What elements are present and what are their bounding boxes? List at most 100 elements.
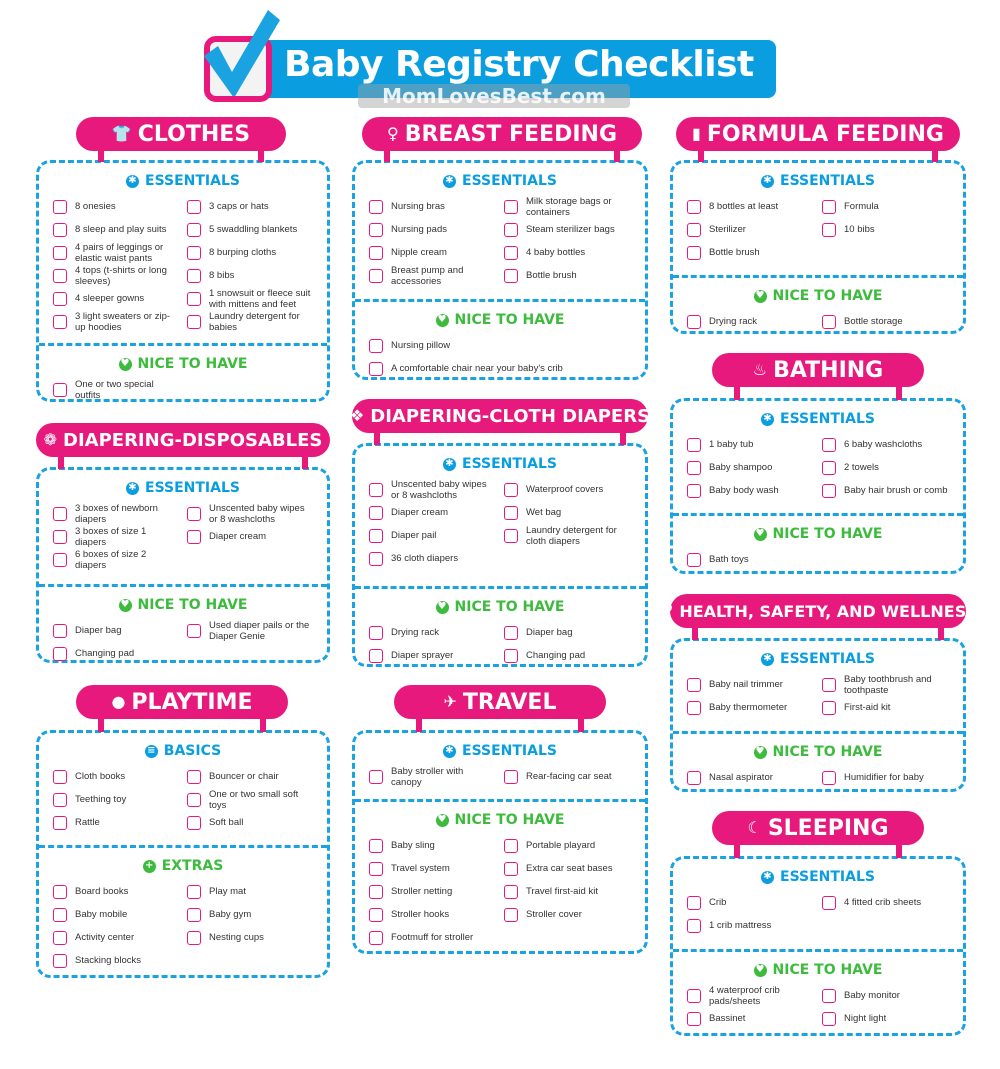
- item-checkbox[interactable]: [687, 199, 701, 214]
- item-checkbox[interactable]: [187, 884, 201, 899]
- item-checkbox[interactable]: [53, 222, 67, 237]
- item-checkbox[interactable]: [687, 700, 701, 715]
- item-checkbox[interactable]: [369, 338, 383, 353]
- checklist-item[interactable]: Baby toothbrush and toothpaste: [822, 673, 949, 696]
- checklist-item[interactable]: Diaper sprayer: [369, 644, 496, 667]
- checklist-item[interactable]: Bottle storage: [822, 310, 949, 333]
- checklist-item[interactable]: 4 baby bottles: [504, 241, 631, 264]
- item-checkbox[interactable]: [822, 483, 836, 498]
- checklist-item[interactable]: Activity center: [53, 926, 179, 949]
- item-checkbox[interactable]: [369, 245, 383, 260]
- checklist-item[interactable]: A comfortable chair near your baby's cri…: [369, 357, 631, 380]
- checklist-item[interactable]: Baby shampoo: [687, 456, 814, 479]
- item-checkbox[interactable]: [822, 700, 836, 715]
- checklist-item[interactable]: Stroller cover: [504, 903, 631, 926]
- item-checkbox[interactable]: [687, 222, 701, 237]
- checklist-item[interactable]: First-aid kit: [822, 696, 949, 719]
- item-checkbox[interactable]: [53, 769, 67, 784]
- checklist-item[interactable]: Baby gym: [187, 903, 313, 926]
- item-checkbox[interactable]: [53, 268, 67, 283]
- checklist-item[interactable]: Stroller netting: [369, 880, 496, 903]
- checklist-item[interactable]: 8 burping cloths: [187, 241, 313, 264]
- item-checkbox[interactable]: [369, 361, 383, 376]
- item-checkbox[interactable]: [822, 314, 836, 329]
- checklist-item[interactable]: Used diaper pails or the Diaper Genie: [187, 619, 313, 642]
- checklist-item[interactable]: Nursing bras: [369, 195, 496, 218]
- item-checkbox[interactable]: [822, 770, 836, 785]
- checklist-item[interactable]: Bottle brush: [687, 241, 814, 264]
- checklist-item[interactable]: Night light: [822, 1007, 949, 1030]
- item-checkbox[interactable]: [369, 268, 383, 283]
- item-checkbox[interactable]: [369, 930, 383, 945]
- item-checkbox[interactable]: [687, 460, 701, 475]
- checklist-item[interactable]: 4 waterproof crib pads/sheets: [687, 984, 814, 1007]
- checklist-item[interactable]: 36 cloth diapers: [369, 547, 496, 570]
- item-checkbox[interactable]: [687, 1011, 701, 1026]
- item-checkbox[interactable]: [53, 792, 67, 807]
- item-checkbox[interactable]: [187, 907, 201, 922]
- item-checkbox[interactable]: [53, 291, 67, 306]
- item-checkbox[interactable]: [369, 505, 383, 520]
- item-checkbox[interactable]: [187, 268, 201, 283]
- checklist-item[interactable]: Baby nail trimmer: [687, 673, 814, 696]
- checklist-item[interactable]: Diaper bag: [53, 619, 179, 642]
- checklist-item[interactable]: 4 sleeper gowns: [53, 287, 179, 310]
- checklist-item[interactable]: Baby hair brush or comb: [822, 479, 949, 502]
- checklist-item[interactable]: Nasal aspirator: [687, 766, 814, 789]
- item-checkbox[interactable]: [369, 551, 383, 566]
- checklist-item[interactable]: Stroller hooks: [369, 903, 496, 926]
- item-checkbox[interactable]: [187, 623, 201, 638]
- checklist-item[interactable]: 8 sleep and play suits: [53, 218, 179, 241]
- item-checkbox[interactable]: [687, 918, 701, 933]
- item-checkbox[interactable]: [53, 382, 67, 397]
- item-checkbox[interactable]: [369, 625, 383, 640]
- checklist-item[interactable]: Changing pad: [53, 642, 179, 665]
- item-checkbox[interactable]: [53, 506, 67, 521]
- checklist-item[interactable]: Sterilizer: [687, 218, 814, 241]
- checklist-item[interactable]: Rear-facing car seat: [504, 765, 631, 788]
- item-checkbox[interactable]: [687, 552, 701, 567]
- item-checkbox[interactable]: [369, 482, 383, 497]
- checklist-item[interactable]: 4 tops (t-shirts or long sleeves): [53, 264, 179, 287]
- item-checkbox[interactable]: [822, 677, 836, 692]
- item-checkbox[interactable]: [53, 953, 67, 968]
- item-checkbox[interactable]: [187, 769, 201, 784]
- checklist-item[interactable]: Nursing pads: [369, 218, 496, 241]
- checklist-item[interactable]: Baby mobile: [53, 903, 179, 926]
- checklist-item[interactable]: One or two special outfits: [53, 378, 179, 401]
- item-checkbox[interactable]: [504, 884, 518, 899]
- checklist-item[interactable]: Baby sling: [369, 834, 496, 857]
- checklist-item[interactable]: Footmuff for stroller: [369, 926, 496, 949]
- checklist-item[interactable]: 3 light sweaters or zip-up hoodies: [53, 310, 179, 333]
- checklist-item[interactable]: Unscented baby wipes or 8 washcloths: [187, 502, 313, 525]
- item-checkbox[interactable]: [187, 506, 201, 521]
- item-checkbox[interactable]: [369, 907, 383, 922]
- checklist-item[interactable]: 5 swaddling blankets: [187, 218, 313, 241]
- item-checkbox[interactable]: [187, 314, 201, 329]
- checklist-item[interactable]: Travel system: [369, 857, 496, 880]
- checklist-item[interactable]: Nesting cups: [187, 926, 313, 949]
- checklist-item[interactable]: Travel first-aid kit: [504, 880, 631, 903]
- checklist-item[interactable]: 2 towels: [822, 456, 949, 479]
- checklist-item[interactable]: Diaper cream: [369, 501, 496, 524]
- item-checkbox[interactable]: [53, 245, 67, 260]
- checklist-item[interactable]: 10 bibs: [822, 218, 949, 241]
- checklist-item[interactable]: 4 pairs of leggings or elastic waist pan…: [53, 241, 179, 264]
- item-checkbox[interactable]: [369, 884, 383, 899]
- checklist-item[interactable]: 8 onesies: [53, 195, 179, 218]
- item-checkbox[interactable]: [369, 648, 383, 663]
- item-checkbox[interactable]: [53, 930, 67, 945]
- item-checkbox[interactable]: [369, 222, 383, 237]
- item-checkbox[interactable]: [687, 437, 701, 452]
- item-checkbox[interactable]: [504, 907, 518, 922]
- checklist-item[interactable]: Rattle: [53, 811, 179, 834]
- item-checkbox[interactable]: [369, 528, 383, 543]
- checklist-item[interactable]: Bouncer or chair: [187, 765, 313, 788]
- item-checkbox[interactable]: [504, 505, 518, 520]
- checklist-item[interactable]: Changing pad: [504, 644, 631, 667]
- checklist-item[interactable]: 3 caps or hats: [187, 195, 313, 218]
- item-checkbox[interactable]: [187, 815, 201, 830]
- item-checkbox[interactable]: [504, 222, 518, 237]
- checklist-item[interactable]: Diaper bag: [504, 621, 631, 644]
- item-checkbox[interactable]: [504, 648, 518, 663]
